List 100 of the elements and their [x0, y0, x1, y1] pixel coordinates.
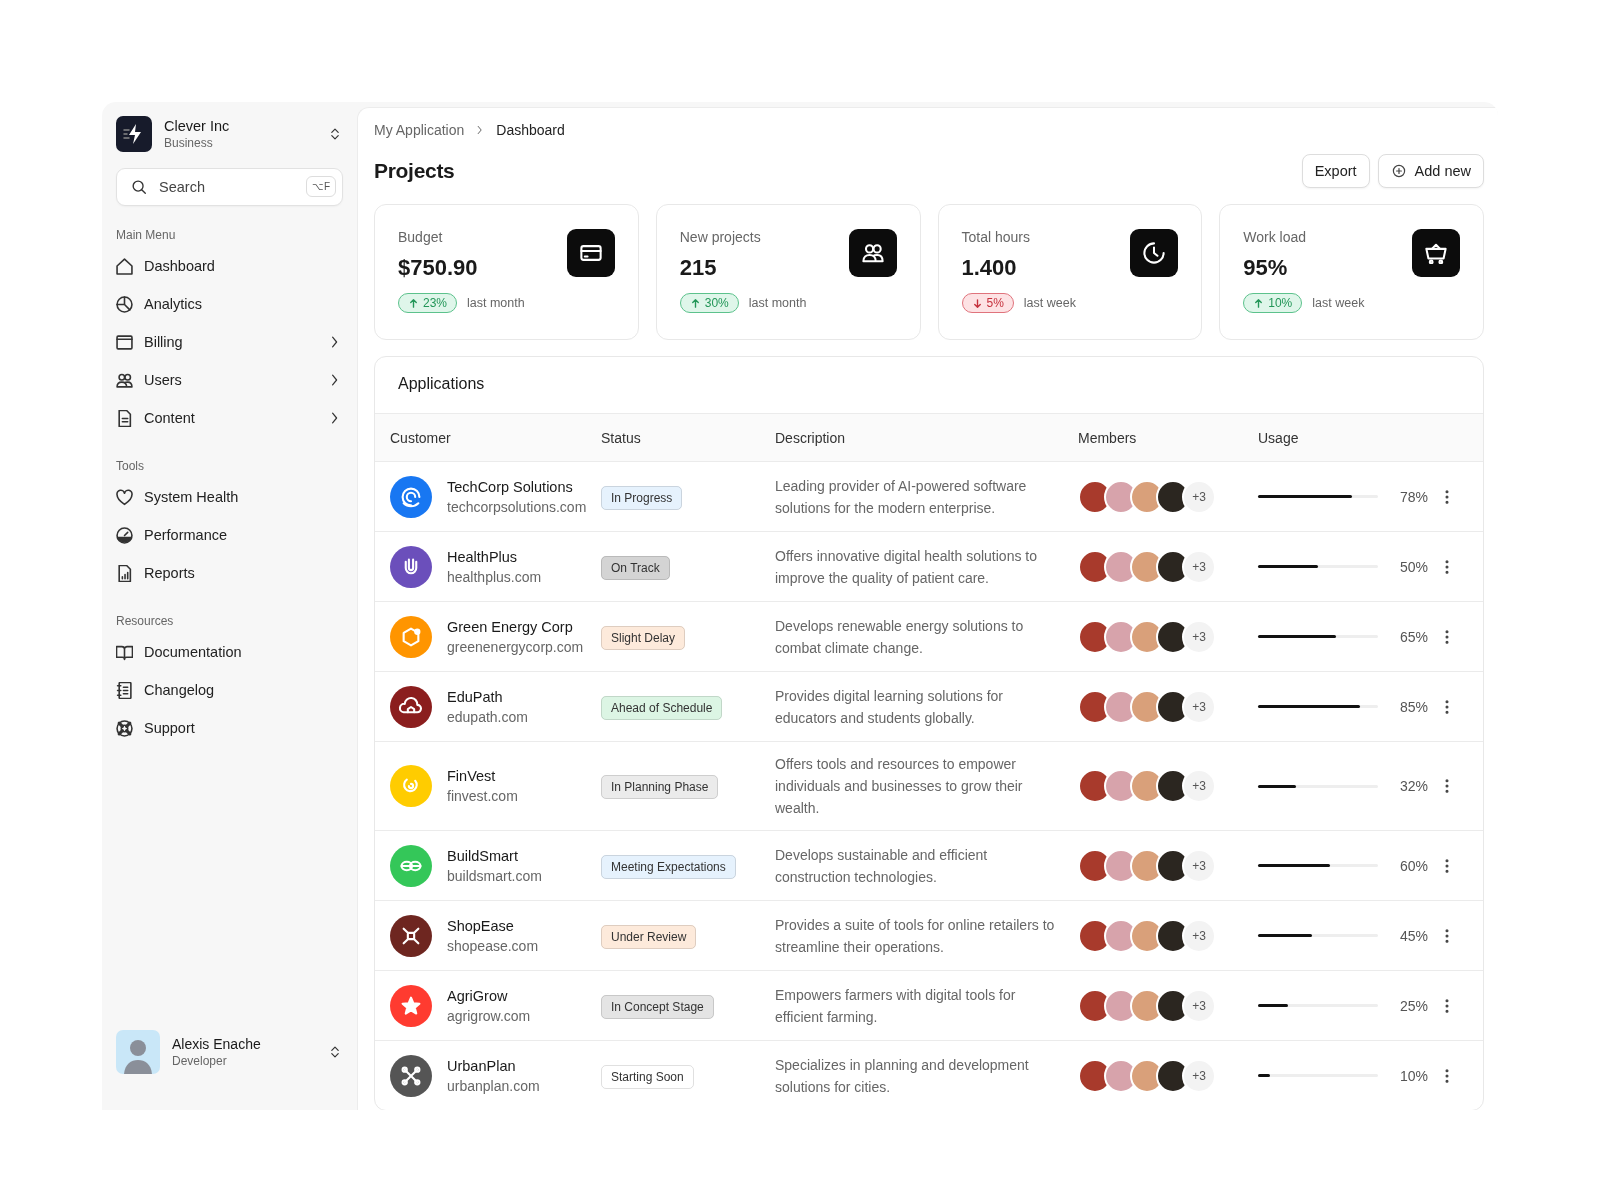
column-header: Members	[1078, 429, 1138, 446]
more-members-count: +3	[1182, 988, 1216, 1023]
gauge-icon	[116, 526, 133, 544]
notebook-icon	[116, 681, 133, 699]
more-members-count: +3	[1182, 689, 1216, 724]
stat-value: 1.400	[961, 255, 1018, 281]
usage-percent: 25%	[1398, 997, 1428, 1014]
section-title: Resources	[116, 614, 175, 628]
description-text: Provides a suite of tools for online retailers to streamline their operations.	[775, 915, 1056, 957]
lifebuoy-icon	[116, 719, 133, 737]
report-icon	[116, 564, 133, 582]
company-name: HealthPlus	[447, 548, 519, 565]
stat-value: 215	[679, 255, 718, 281]
company-name: EduPath	[447, 688, 504, 705]
nav-label: Content	[144, 410, 196, 426]
panel-title: Applications	[397, 374, 486, 394]
trend-period: last month	[748, 296, 807, 310]
more-members-count: +3	[1182, 848, 1216, 883]
description-text: Specializes in planning and development solutions for cities.	[775, 1055, 1030, 1097]
nav-item[interactable]: Users	[116, 361, 343, 399]
arrow-up-icon	[1253, 297, 1265, 309]
usage-percent: 60%	[1398, 857, 1428, 874]
more-members-count: +3	[1182, 1058, 1216, 1093]
more-icon[interactable]	[1445, 699, 1449, 714]
credit-card-icon	[579, 242, 602, 264]
nav-label: Analytics	[144, 296, 204, 312]
workspace-plan: Business	[164, 136, 214, 150]
trend-period: last month	[467, 296, 525, 310]
clock-icon	[1143, 242, 1166, 264]
nav-label: Documentation	[144, 644, 243, 660]
trend-value: 5%	[986, 296, 1004, 310]
column-header: Description	[775, 429, 847, 446]
breadcrumb-link[interactable]: My Application	[374, 122, 465, 138]
more-icon[interactable]	[1445, 998, 1449, 1013]
more-members-count: +3	[1182, 619, 1216, 654]
avatar-silhouette	[116, 1030, 160, 1074]
usage-percent: 65%	[1398, 628, 1428, 645]
more-icon[interactable]	[1445, 559, 1449, 574]
usage-percent: 85%	[1398, 698, 1428, 715]
nav-item[interactable]: Reports	[116, 554, 343, 592]
nav-item[interactable]: System Health	[116, 478, 343, 516]
company-domain: agrigrow.com	[447, 1007, 531, 1024]
nav-item[interactable]: Support	[116, 709, 343, 747]
description-text: Empowers farmers with digital tools for efficient farming.	[775, 985, 1017, 1027]
company-name: ShopEase	[447, 917, 515, 934]
trend-period: last week	[1023, 296, 1076, 310]
company-domain: greenenergycorp.com	[447, 638, 584, 655]
status-tag: Slight Delay	[601, 625, 686, 650]
company-name: TechCorp Solutions	[447, 478, 574, 495]
more-icon[interactable]	[1445, 489, 1449, 504]
more-icon[interactable]	[1445, 629, 1449, 644]
trend-value: 10%	[1268, 296, 1293, 310]
status-tag: In Concept Stage	[601, 994, 714, 1019]
nav-label: Dashboard	[144, 258, 216, 274]
description-text: Develops renewable energy solutions to combat climate change.	[775, 616, 1025, 658]
nav-item[interactable]: Performance	[116, 516, 343, 554]
company-name: Green Energy Corp	[447, 618, 574, 635]
nav-label: Billing	[144, 334, 184, 350]
stat-label: Work load	[1243, 229, 1308, 245]
company-domain: techcorpsolutions.com	[447, 498, 587, 515]
nav-item[interactable]: Changelog	[116, 671, 343, 709]
description-text: Provides digital learning solutions for educators and students globally.	[775, 686, 1004, 728]
usage-percent: 50%	[1398, 558, 1428, 575]
column-header: Status	[601, 429, 642, 446]
cart-icon	[1425, 242, 1447, 264]
description-text: Leading provider of AI-powered software solutions for the modern enterprise.	[775, 476, 1028, 518]
more-icon[interactable]	[1445, 858, 1449, 873]
search-icon	[130, 178, 148, 196]
stat-label: New projects	[679, 229, 762, 245]
pie-chart-icon	[116, 295, 133, 313]
description-text: Develops sustainable and efficient construction technologies.	[775, 845, 989, 887]
description-text: Offers innovative digital health solutions to improve the quality of patient care.	[775, 546, 1038, 588]
nav-item[interactable]: Documentation	[116, 633, 343, 671]
company-domain: edupath.com	[447, 708, 528, 725]
nav-item[interactable]: Billing	[116, 323, 343, 361]
trend-value: 23%	[423, 296, 448, 310]
stat-value: 95%	[1243, 255, 1289, 281]
company-domain: shopease.com	[447, 937, 539, 954]
more-icon[interactable]	[1445, 1068, 1449, 1083]
status-tag: Starting Soon	[601, 1064, 694, 1089]
house-icon	[116, 257, 133, 275]
nav-item[interactable]: Content	[116, 399, 343, 437]
heart-icon	[116, 488, 133, 506]
nav-label: Support	[144, 720, 196, 736]
plus-circle-icon	[1390, 163, 1407, 179]
nav-label: Reports	[144, 565, 196, 581]
breadcrumb-link[interactable]: Dashboard	[496, 122, 565, 138]
document-icon	[116, 409, 133, 427]
add-new-button[interactable]: Add new	[1377, 154, 1484, 188]
more-members-count: +3	[1182, 918, 1216, 953]
nav-item[interactable]: Analytics	[116, 285, 343, 323]
more-icon[interactable]	[1445, 779, 1449, 793]
nav-label: Performance	[144, 527, 228, 543]
export-button[interactable]: Export	[1301, 154, 1370, 188]
nav-item[interactable]: Dashboard	[116, 247, 343, 285]
stat-value: $750.90	[398, 255, 479, 281]
company-name: BuildSmart	[447, 847, 519, 864]
user-name: Alexis Enache	[172, 1036, 262, 1052]
more-icon[interactable]	[1445, 928, 1449, 943]
column-header: Customer	[390, 429, 452, 446]
